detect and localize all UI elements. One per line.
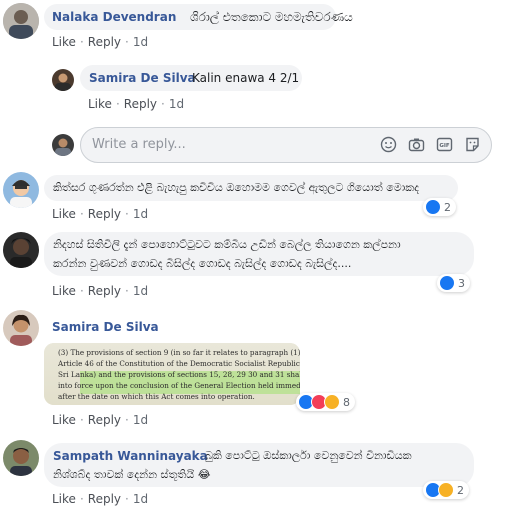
reaction-count-number: 2 — [444, 200, 451, 214]
comment-bubble: කිත්සර ගුණරත්න එළි බැහැපු කවිවිය ඔහොමම ග… — [44, 175, 458, 201]
wow-reaction-icon — [324, 394, 340, 410]
avatar[interactable] — [52, 69, 74, 91]
comment-author[interactable]: Samira De Silva — [89, 71, 196, 85]
avatar[interactable] — [3, 232, 39, 268]
comment-text: කිත්සර ගුණරත්න එළි බැහැපු කවිවිය ඔහොමම ග… — [53, 181, 420, 194]
timestamp[interactable]: 1d — [133, 492, 148, 506]
comment-actions: Like · Reply · 1d — [88, 97, 185, 111]
gif-icon[interactable]: GIF — [436, 136, 453, 153]
comment-actions: Like · Reply · 1d — [52, 207, 149, 221]
reaction-count-number: 8 — [343, 395, 350, 409]
avatar[interactable] — [3, 310, 39, 346]
comment-actions: Like · Reply · 1d — [52, 284, 149, 298]
comment-author[interactable]: Nalaka Devendran — [52, 10, 176, 24]
comment-bubble: Nalaka Devendran ශිරාල් එතකොට මහමැතිවරණය — [44, 4, 353, 30]
current-user-avatar — [52, 134, 74, 156]
reaction-count-number: 2 — [457, 483, 464, 497]
reply-link[interactable]: Reply — [88, 492, 121, 506]
haha-reaction-icon — [438, 482, 454, 498]
sticker-icon[interactable] — [464, 136, 481, 153]
reaction-count[interactable]: 2 — [423, 198, 456, 216]
avatar[interactable] — [3, 172, 39, 208]
timestamp[interactable]: 1d — [133, 413, 148, 427]
comment-author[interactable]: Samira De Silva — [52, 320, 159, 334]
reply-link[interactable]: Reply — [88, 35, 121, 49]
timestamp[interactable]: 1d — [133, 35, 148, 49]
reply-input-placeholder: Write a reply... — [92, 137, 186, 152]
avatar[interactable] — [3, 3, 39, 39]
attached-image[interactable]: (3) The provisions of section 9 (in so f… — [44, 343, 300, 405]
quote-line: Sri Lanka) and the provisions of section… — [58, 370, 300, 379]
reply-link[interactable]: Reply — [88, 207, 121, 221]
like-link[interactable]: Like — [52, 207, 76, 221]
avatar[interactable] — [3, 440, 39, 476]
comment-text: Kalin enawa 4 2/1 — [192, 71, 300, 85]
quote-line: into force upon the conclusion of the Ge… — [58, 381, 300, 390]
comment-author[interactable]: Sampath Wanninayaka — [53, 449, 208, 463]
like-link[interactable]: Like — [52, 35, 76, 49]
reaction-count[interactable]: 2 — [423, 481, 469, 499]
like-reaction-icon — [439, 275, 455, 291]
emoji-icon[interactable] — [380, 136, 397, 153]
reply-bubble: Samira De Silva Kalin enawa 4 2/1 — [80, 65, 302, 91]
comment-text-line1: බුකි පොට්ටු ඔස්කාර්ලා වෙනුවෙන් විනාඩියක — [205, 449, 412, 462]
comment-bubble: නිදහස් සිතිවිලි දැන් පොහොට්ටුවට කම්බිය උ… — [44, 232, 474, 276]
comment-text-line2: කරන්න වුණවන් ගොඩද බිසිල්ද ගොඩද බැසිල්ද ග… — [53, 257, 352, 270]
reaction-count-number: 3 — [458, 276, 465, 290]
timestamp[interactable]: 1d — [169, 97, 184, 111]
like-link[interactable]: Like — [52, 284, 76, 298]
like-link[interactable]: Like — [88, 97, 112, 111]
svg-text:GIF: GIF — [439, 143, 450, 149]
reaction-count[interactable]: 8 — [296, 393, 355, 411]
timestamp[interactable]: 1d — [133, 284, 148, 298]
reply-link[interactable]: Reply — [124, 97, 157, 111]
like-link[interactable]: Like — [52, 413, 76, 427]
quote-line: Article 46 of the Constitution of the De… — [58, 359, 300, 368]
comment-text-line1: නිදහස් සිතිවිලි දැන් පොහොට්ටුවට කම්බිය උ… — [53, 238, 401, 251]
quote-line: (3) The provisions of section 9 (in so f… — [58, 348, 300, 357]
like-link[interactable]: Like — [52, 492, 76, 506]
quote-line: after the date on which this Act comes i… — [58, 392, 255, 401]
comment-text-line2: නිශ්ශබ්ද තාවක් දෙන්න ස්තූතියි 😂 — [53, 468, 211, 481]
reply-input[interactable]: Write a reply... GIF — [80, 127, 492, 163]
comment-text: ශිරාල් එතකොට මහමැතිවරණය — [190, 10, 353, 24]
comment-actions: Like · Reply · 1d — [52, 413, 149, 427]
comment-bubble: Sampath Wanninayaka බුකි පොට්ටු ඔස්කාර්ල… — [44, 443, 474, 487]
reply-link[interactable]: Reply — [88, 413, 121, 427]
camera-icon[interactable] — [408, 136, 425, 153]
reaction-count[interactable]: 3 — [437, 274, 470, 292]
reply-link[interactable]: Reply — [88, 284, 121, 298]
comment-actions: Like · Reply · 1d — [52, 35, 149, 49]
comment-actions: Like · Reply · 1d — [52, 492, 149, 506]
like-reaction-icon — [425, 199, 441, 215]
timestamp[interactable]: 1d — [133, 207, 148, 221]
